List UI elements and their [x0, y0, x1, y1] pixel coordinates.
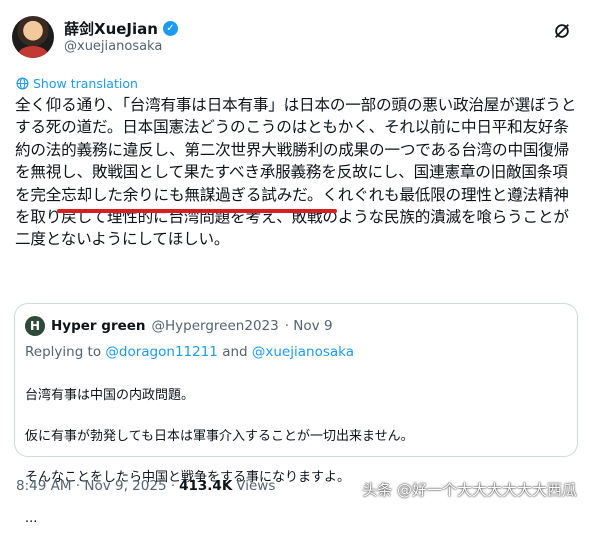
replying-prefix: Replying to	[25, 344, 102, 360]
tweet-header: 薛剑XueJian ✓ @xuejianosaka	[12, 12, 577, 62]
globe-icon	[16, 77, 29, 90]
quoted-date: · Nov 9	[284, 318, 333, 334]
author-avatar[interactable]	[12, 16, 54, 58]
quoted-tweet-header: H Hyper green @Hypergreen2023 · Nov 9	[25, 316, 333, 336]
show-translation-label: Show translation	[33, 76, 138, 91]
author-name-row: 薛剑XueJian ✓	[64, 18, 178, 39]
quoted-tweet[interactable]: H Hyper green @Hypergreen2023 · Nov 9 Re…	[14, 303, 578, 526]
tweet-timestamp[interactable]: 8:49 AM · Nov 9, 2025 ·	[16, 478, 175, 494]
show-translation-link[interactable]: Show translation	[16, 76, 138, 91]
mention-link[interactable]: @doragon11211	[105, 344, 217, 360]
quoted-author-handle: @Hypergreen2023	[151, 318, 279, 334]
views-count: 413.4K	[179, 478, 233, 494]
watermark: 头条 @好一个大大大大大大西瓜	[362, 481, 577, 499]
quoted-tweet-body: 台湾有事は中国の内政問題。 仮に有事が勃発しても日本は軍事介入することが一切出来…	[25, 365, 414, 550]
quoted-line: 仮に有事が勃発しても日本は軍事介入することが一切出来ません。	[25, 428, 414, 444]
grok-icon[interactable]	[553, 22, 571, 40]
author-display-name[interactable]: 薛剑XueJian	[64, 18, 158, 39]
replying-and: and	[222, 344, 248, 360]
quoted-line: ...	[25, 510, 38, 526]
replying-to: Replying to @doragon11211 and @xuejianos…	[25, 344, 354, 360]
quoted-author-name: Hyper green	[51, 318, 146, 334]
author-handle[interactable]: @xuejianosaka	[64, 39, 162, 54]
red-underline-annotation	[57, 209, 337, 213]
views-label: Views	[236, 478, 276, 494]
quoted-line: 台湾有事は中国の内政問題。	[25, 387, 195, 403]
mention-link[interactable]: @xuejianosaka	[252, 344, 354, 360]
tweet-text: 全く仰る通り、「台湾有事は日本有事」は日本の一部の頭の悪い政治屋が選ぼうとする死…	[15, 96, 577, 249]
tweet-footer: 8:49 AM · Nov 9, 2025 · 413.4K Views	[16, 478, 275, 494]
verified-badge-icon: ✓	[162, 21, 178, 36]
quoted-author-avatar: H	[25, 316, 45, 336]
